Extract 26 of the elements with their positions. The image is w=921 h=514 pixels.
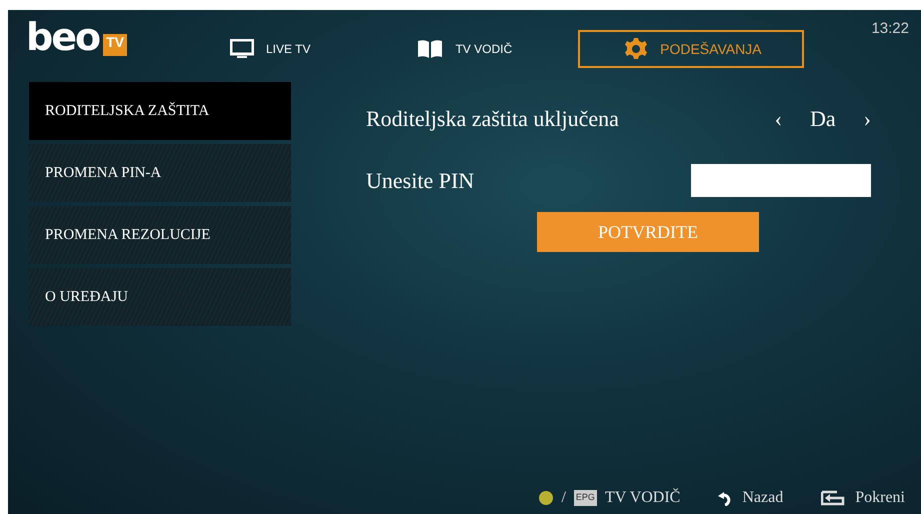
- clock: 13:22: [871, 19, 909, 39]
- nav-tab[interactable]: LIVE TV: [224, 30, 316, 68]
- sidebar-item[interactable]: PROMENA PIN-A: [29, 144, 291, 202]
- next-arrow[interactable]: ›: [864, 102, 871, 134]
- setting-value: Da: [810, 104, 836, 132]
- pin-field[interactable]: [691, 164, 871, 196]
- logo-badge: TV: [103, 34, 127, 56]
- sidebar-item[interactable]: O UREĐAJU: [29, 268, 291, 326]
- book-icon: [417, 39, 444, 59]
- setting-label: Unesite PIN: [366, 166, 474, 194]
- separator: /: [561, 488, 566, 508]
- enter-key-icon: [821, 490, 848, 506]
- sidebar-item[interactable]: PROMENA REZOLUCIJE: [29, 206, 291, 264]
- footer-hint: Nazad: [742, 488, 784, 508]
- sidebar-item[interactable]: RODITELJSKA ZAŠTITA: [29, 82, 291, 140]
- button-dot: [539, 491, 554, 505]
- prev-arrow[interactable]: ‹: [774, 102, 782, 134]
- gear-icon: [624, 37, 648, 61]
- tv-icon: [230, 39, 254, 59]
- logo-text: beo: [26, 18, 100, 56]
- nav-tab[interactable]: TV VODIČ: [411, 30, 518, 68]
- key-label: EPG: [574, 490, 597, 506]
- setting-label: Roditeljska zaštita uključena: [366, 104, 619, 133]
- nav-tab[interactable]: PODEŠAVANJA: [578, 30, 804, 68]
- footer-hint: TV VODIČ: [604, 487, 680, 508]
- footer-hint: Pokreni: [855, 488, 905, 508]
